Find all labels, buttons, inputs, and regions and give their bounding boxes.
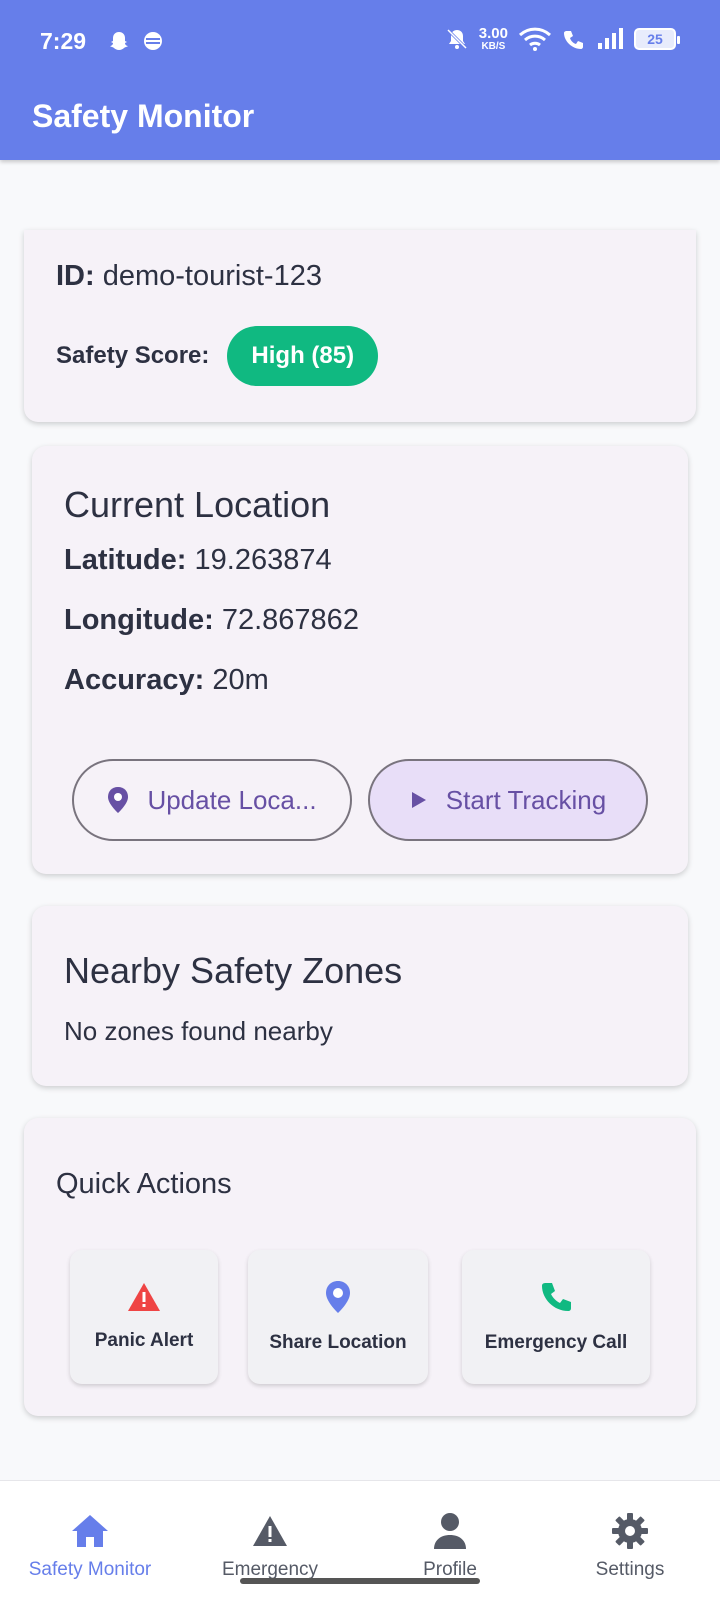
warning-icon — [253, 1516, 287, 1546]
app-bar: 7:29 3.00 KB/S 25 Safety Monitor — [0, 0, 720, 160]
status-bar: 7:29 3.00 KB/S 25 — [0, 0, 720, 84]
longitude-row: Longitude: 72.867862 — [64, 604, 359, 637]
latitude-label: Latitude: — [64, 544, 187, 576]
nav-label-settings: Settings — [595, 1559, 665, 1580]
update-location-button[interactable]: Update Loca... — [72, 759, 352, 841]
wifi-call-icon — [564, 31, 583, 49]
network-speed: 3.00 KB/S — [479, 26, 508, 52]
tourist-id-label: ID: — [56, 260, 95, 292]
longitude-value: 72.867862 — [221, 604, 359, 636]
play-icon — [411, 792, 426, 808]
status-left-icons — [108, 30, 164, 52]
latitude-row: Latitude: 19.263874 — [64, 544, 332, 577]
location-pin-icon — [108, 787, 129, 813]
safety-score-label: Safety Score: — [56, 342, 210, 369]
emergency-call-button[interactable]: Emergency Call — [462, 1250, 650, 1384]
status-time: 7:29 — [40, 28, 87, 54]
wifi-icon — [518, 27, 552, 51]
snapchat-icon — [110, 32, 128, 50]
quick-actions-title: Quick Actions — [56, 1168, 232, 1200]
person-icon — [434, 1513, 466, 1549]
vpn-icon — [144, 32, 162, 50]
nearby-zones-empty: No zones found nearby — [64, 1016, 333, 1046]
accuracy-value: 20m — [212, 664, 269, 696]
accuracy-row: Accuracy: 20m — [64, 664, 269, 697]
tourist-id-card: ID: demo-tourist-123 Safety Score: High … — [24, 230, 696, 422]
update-location-label: Update Loca... — [147, 784, 317, 815]
speed-value: 3.00 — [478, 25, 508, 42]
nav-label-safety-monitor: Safety Monitor — [28, 1559, 152, 1580]
battery-indicator: 25 — [634, 28, 680, 50]
accuracy-label: Accuracy: — [64, 664, 205, 696]
warning-icon — [128, 1283, 160, 1311]
app-title: Safety Monitor — [32, 98, 255, 134]
share-location-button[interactable]: Share Location — [248, 1250, 428, 1384]
current-location-title: Current Location — [64, 484, 331, 525]
home-icon — [72, 1515, 108, 1547]
nav-item-safety-monitor[interactable]: Safety Monitor — [0, 1481, 180, 1600]
quick-actions-card: Quick Actions Panic Alert Share Location… — [24, 1118, 696, 1416]
safety-score-badge: High (85) — [227, 326, 379, 386]
current-location-card: Current Location Latitude: 19.263874 Lon… — [32, 446, 688, 874]
safety-score-row: Safety Score: High (85) — [56, 326, 379, 386]
gear-icon — [612, 1513, 648, 1549]
status-right-icons: 3.00 KB/S 25 — [445, 26, 680, 52]
start-tracking-button[interactable]: Start Tracking — [368, 759, 648, 841]
panic-alert-label: Panic Alert — [94, 1330, 194, 1351]
nearby-zones-card: Nearby Safety Zones No zones found nearb… — [32, 906, 688, 1086]
signal-icon — [598, 28, 623, 49]
nearby-zones-title: Nearby Safety Zones — [64, 950, 403, 991]
start-tracking-label: Start Tracking — [445, 784, 607, 815]
tourist-id: ID: demo-tourist-123 — [56, 260, 322, 293]
bell-off-icon — [446, 28, 467, 50]
phone-icon — [542, 1283, 571, 1311]
speed-unit: KB/S — [481, 41, 506, 52]
panic-alert-button[interactable]: Panic Alert — [70, 1250, 218, 1384]
share-location-label: Share Location — [269, 1332, 407, 1353]
latitude-value: 19.263874 — [194, 544, 332, 576]
tourist-id-value: demo-tourist-123 — [102, 260, 322, 292]
nav-item-settings[interactable]: Settings — [540, 1481, 720, 1600]
gesture-bar — [240, 1578, 480, 1584]
emergency-call-label: Emergency Call — [484, 1332, 628, 1353]
location-pin-icon — [326, 1281, 350, 1313]
longitude-label: Longitude: — [64, 604, 214, 636]
